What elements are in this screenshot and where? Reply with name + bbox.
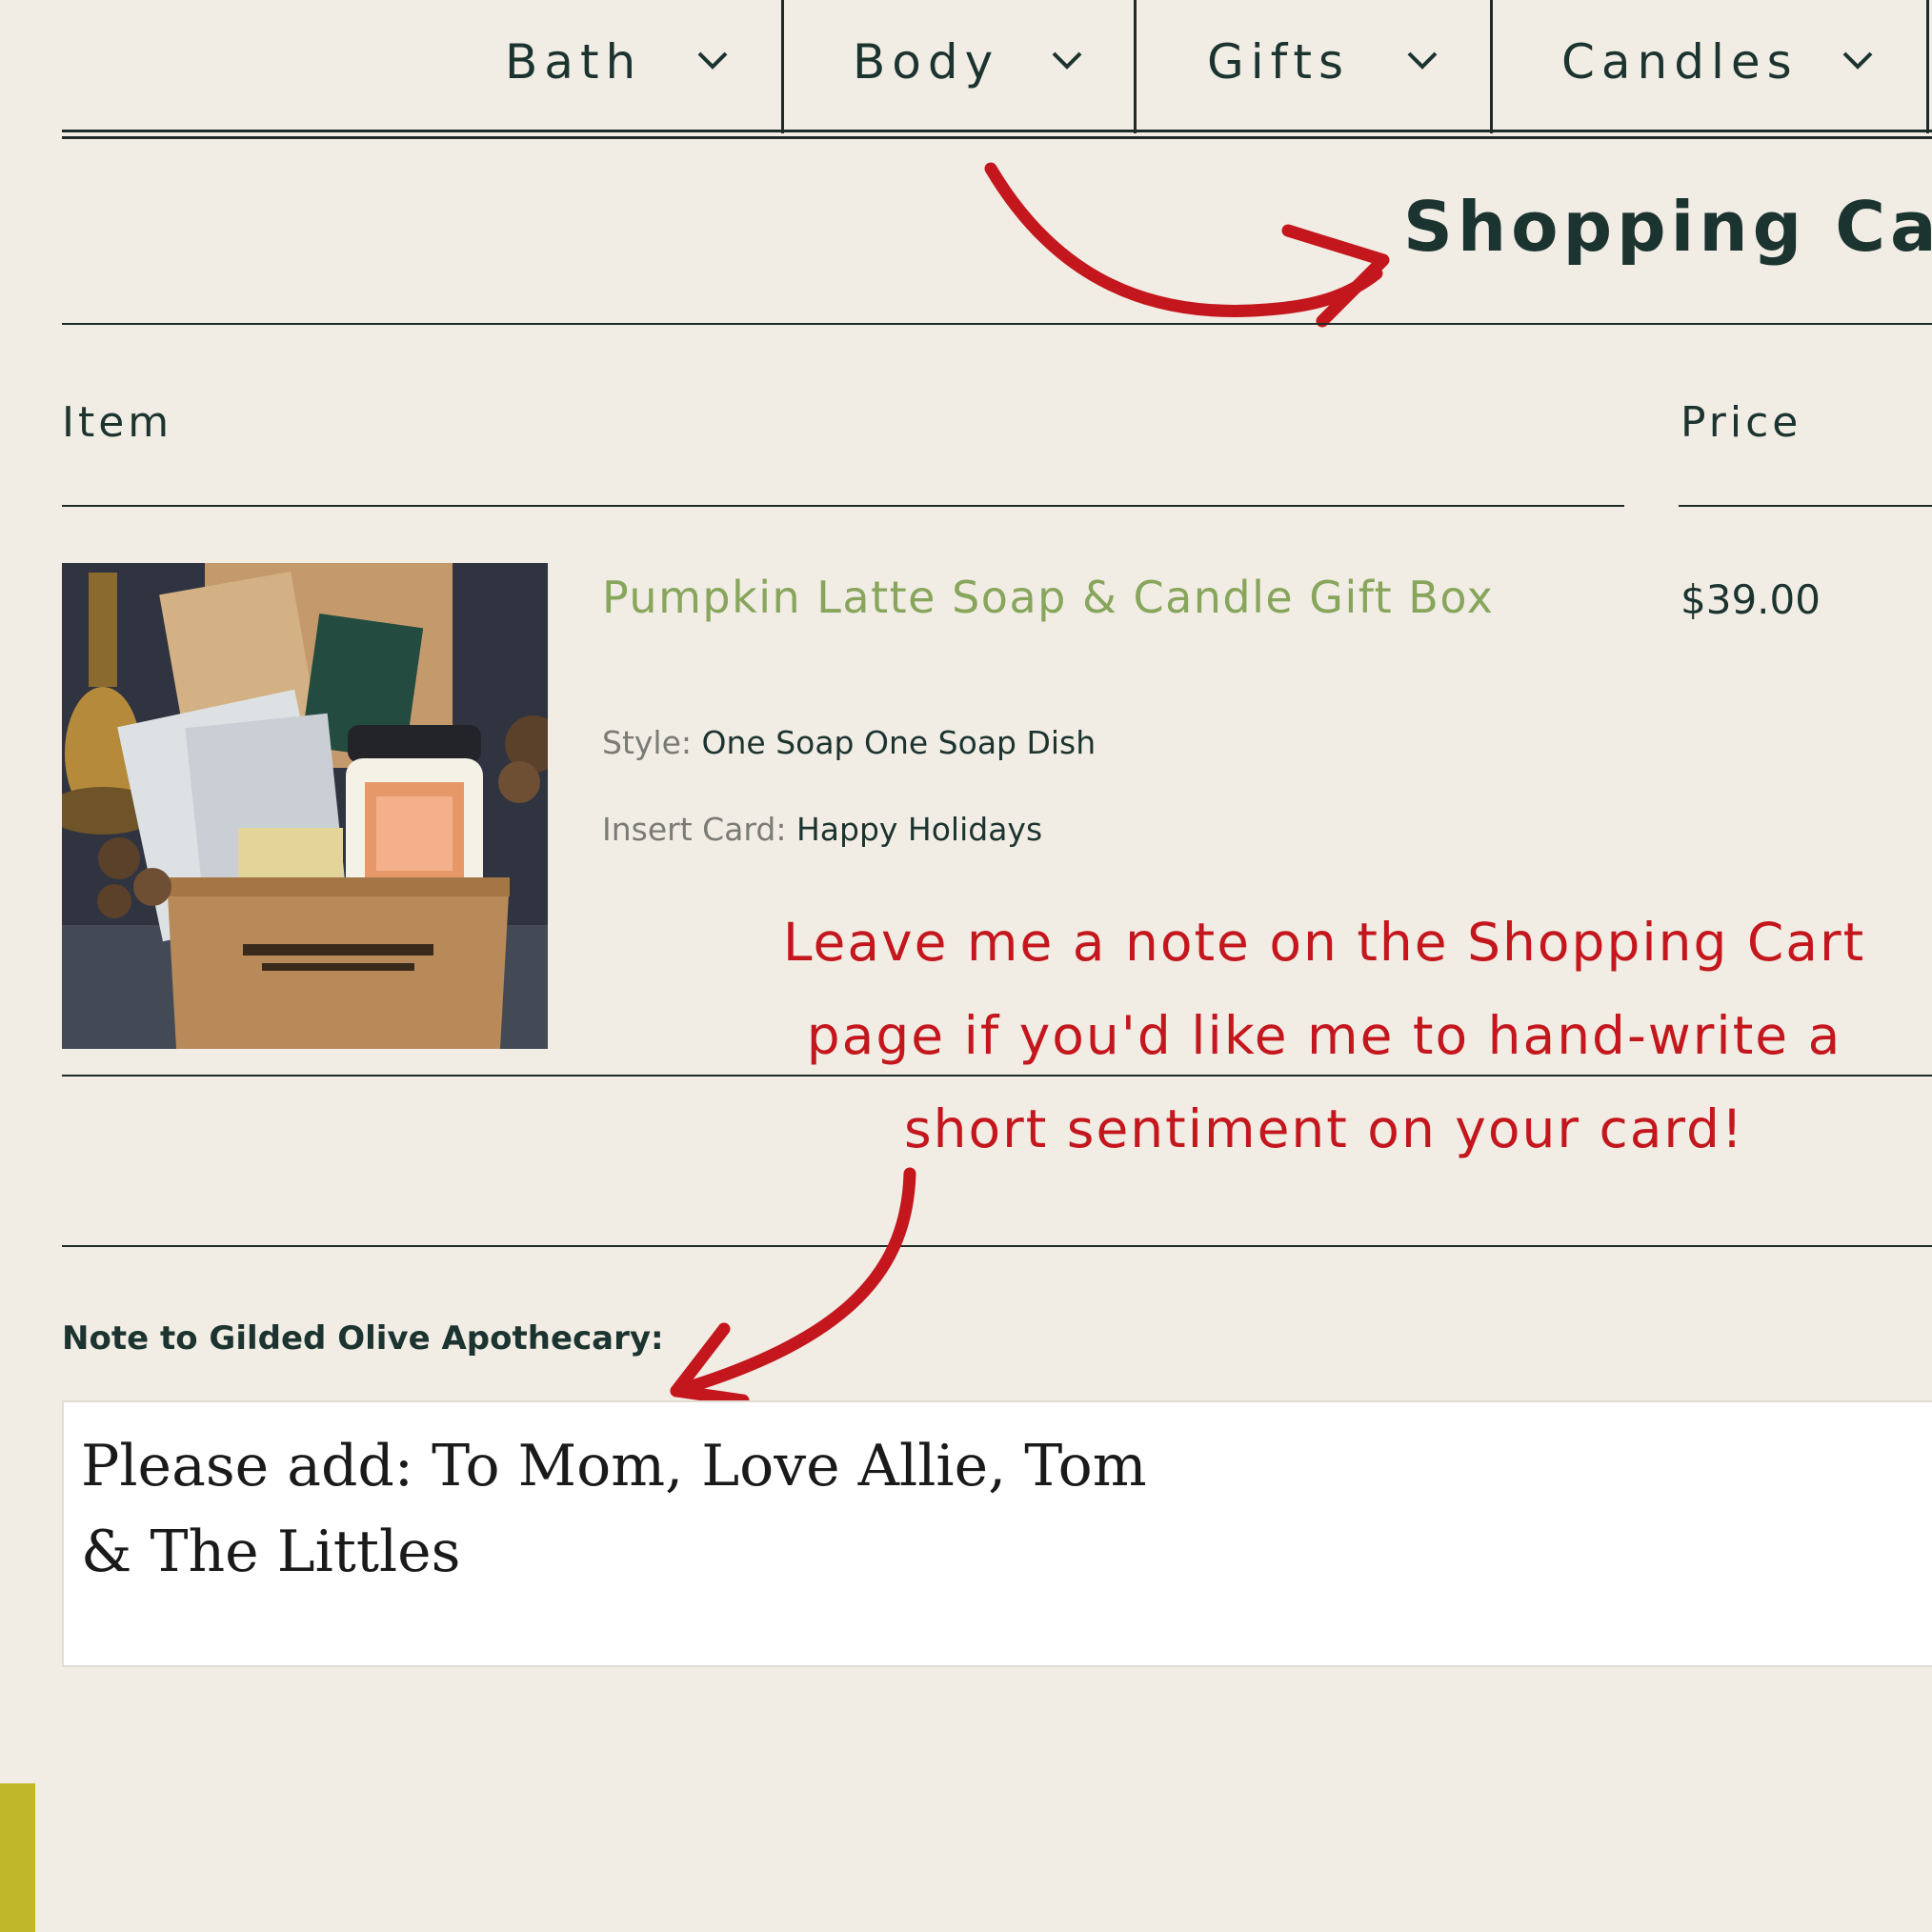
style-option-value: One Soap One Soap Dish — [701, 724, 1097, 761]
annotation-text: Leave me a note on the Shopping Cart pag… — [782, 912, 1866, 1159]
nav-bottom-rule — [62, 130, 1932, 132]
chevron-down-icon[interactable] — [1406, 50, 1439, 70]
chevron-down-icon[interactable] — [696, 50, 729, 70]
page-title: Shopping Cart — [1403, 187, 1932, 267]
chevron-down-icon[interactable] — [1841, 50, 1874, 70]
price-column-header: Price — [1680, 398, 1802, 447]
annotation-arrow-icon — [984, 162, 1390, 328]
style-option: Style: One Soap One Soap Dish — [602, 724, 1096, 761]
insert-card-value: Happy Holidays — [795, 811, 1043, 848]
nav-divider — [1134, 0, 1137, 133]
style-option-label: Style: — [602, 724, 693, 761]
nav-item-label: Gifts — [1207, 34, 1351, 90]
insert-card-option: Insert Card: Happy Holidays — [602, 811, 1042, 848]
nav-divider — [1490, 0, 1493, 133]
title-divider — [62, 323, 1932, 325]
header-divider — [62, 505, 1624, 507]
nav-divider — [1926, 0, 1929, 133]
item-column-header: Item — [62, 398, 173, 447]
insert-card-label: Insert Card: — [602, 811, 787, 848]
header-divider — [1679, 505, 1932, 507]
note-label: Note to Gilded Olive Apothecary: — [62, 1319, 664, 1358]
nav-item-bath[interactable]: Bath — [505, 29, 642, 95]
product-name-link[interactable]: Pumpkin Latte Soap & Candle Gift Box — [602, 572, 1494, 623]
nav-item-label: Bath — [505, 34, 643, 90]
section-divider — [62, 1245, 1932, 1247]
nav-item-body[interactable]: Body — [853, 29, 999, 95]
note-textarea[interactable]: Please add: To Mom, Love Allie, Tom & Th… — [62, 1400, 1932, 1667]
annotation-arrow-icon — [670, 1167, 916, 1407]
nav-item-label: Body — [853, 34, 1000, 90]
nav-item-label: Candles — [1561, 34, 1799, 90]
nav-item-gifts[interactable]: Gifts — [1207, 29, 1350, 95]
nav-bottom-rule — [62, 136, 1932, 139]
nav-item-candles[interactable]: Candles — [1561, 29, 1799, 95]
product-photo-icon — [62, 563, 548, 1049]
nav-divider — [781, 0, 784, 133]
product-image[interactable] — [62, 563, 548, 1049]
product-price: $39.00 — [1680, 576, 1821, 623]
chevron-down-icon[interactable] — [1051, 50, 1083, 70]
side-feedback-tab[interactable] — [0, 1783, 35, 1932]
